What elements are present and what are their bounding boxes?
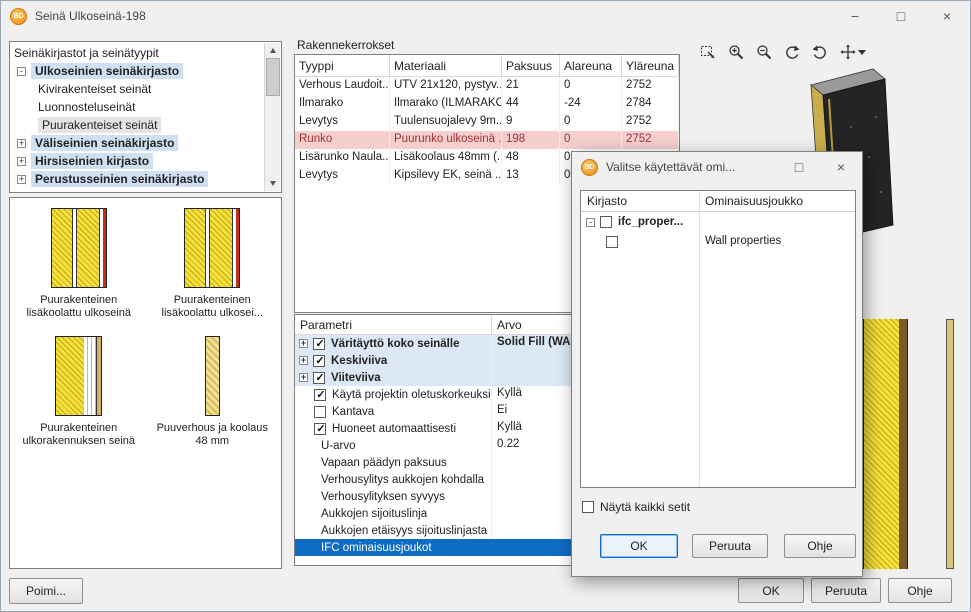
property-set-list: Kirjasto Ominaisuusjoukko - ifc_proper..… bbox=[580, 190, 856, 488]
app-logo-icon: BD bbox=[581, 159, 598, 176]
tree-item-kivirakenteiset-seinat[interactable]: Kivirakenteiset seinät bbox=[10, 80, 264, 98]
wall-section-stud bbox=[899, 319, 907, 569]
expand-icon[interactable]: + bbox=[299, 373, 308, 382]
layers-header: Tyyppi Materiaali Paksuus Alareuna Yläre… bbox=[295, 55, 679, 77]
main-window: BD Seinä Ulkoseinä-198 − □ × Seinäkirjas… bbox=[0, 0, 971, 612]
tree-item-root[interactable]: Seinäkirjastot ja seinätyypit bbox=[10, 44, 264, 62]
param-checkbox[interactable] bbox=[313, 355, 325, 367]
column-header-ominaisuusjoukko[interactable]: Ominaisuusjoukko bbox=[699, 191, 855, 211]
close-button[interactable]: × bbox=[924, 1, 970, 31]
param-checkbox[interactable] bbox=[314, 406, 326, 418]
tree-item-hirsiseinien-kirjasto[interactable]: + Hirsiseinien kirjasto bbox=[10, 152, 264, 170]
minimize-button[interactable]: − bbox=[832, 1, 878, 31]
wall-type-item[interactable]: Puuverhous ja koolaus 48 mm bbox=[146, 336, 280, 448]
wall-thumbnail-image[interactable] bbox=[184, 208, 240, 288]
scroll-up-icon[interactable] bbox=[265, 43, 281, 58]
title-bar[interactable]: BD Seinä Ulkoseinä-198 − □ × bbox=[1, 1, 970, 31]
tree-item-perustusseinien-seinakirjasto[interactable]: + Perustusseinien seinäkirjasto bbox=[10, 170, 264, 188]
expand-icon[interactable]: + bbox=[17, 175, 26, 184]
column-header-parametri[interactable]: Parametri bbox=[295, 315, 492, 335]
property-library-row[interactable]: - ifc_proper... bbox=[581, 212, 855, 232]
dialog-title-bar[interactable]: BD Valitse käytettävät omi... □ × bbox=[572, 152, 862, 182]
dialog-close-button[interactable]: × bbox=[820, 152, 862, 182]
show-all-label: Näytä kaikki setit bbox=[600, 500, 690, 514]
dialog-help-button[interactable]: Ohje bbox=[784, 534, 856, 558]
ok-button[interactable]: OK bbox=[738, 578, 804, 603]
tree-item-ulkoseinien-seinakirjasto[interactable]: - Ulkoseinien seinäkirjasto bbox=[10, 62, 264, 80]
zoom-in-icon bbox=[728, 44, 744, 60]
expand-icon[interactable]: + bbox=[299, 356, 308, 365]
wall-type-item[interactable]: Puurakenteinen ulkorakennuksen seinä bbox=[12, 336, 146, 448]
wall-type-gallery: Puurakenteinen lisäkoolattu ulkoseinä Pu… bbox=[9, 197, 282, 569]
zoom-window-icon bbox=[700, 44, 716, 60]
help-button[interactable]: Ohje bbox=[888, 578, 952, 603]
wall-type-item[interactable]: Puurakenteinen lisäkoolattu ulkosei... bbox=[146, 208, 280, 320]
column-header-tyyppi[interactable]: Tyyppi bbox=[295, 55, 390, 76]
wall-type-caption: Puurakenteinen ulkorakennuksen seinä bbox=[17, 422, 141, 448]
show-all-sets-option[interactable]: Näytä kaikki setit bbox=[582, 500, 690, 514]
layer-row[interactable]: LevytysTuulensuojalevy 9m... 90 2752 bbox=[295, 113, 679, 131]
layer-row[interactable]: IlmarakoIlmarako (ILMARAKO) 44-24 2784 bbox=[295, 95, 679, 113]
expand-icon[interactable]: + bbox=[17, 139, 26, 148]
param-checkbox[interactable] bbox=[313, 338, 325, 350]
collapse-icon[interactable]: - bbox=[586, 218, 595, 227]
column-header-alareuna[interactable]: Alareuna bbox=[560, 55, 622, 76]
dialog-ok-button[interactable]: OK bbox=[600, 534, 678, 558]
column-header-paksuus[interactable]: Paksuus bbox=[502, 55, 560, 76]
scroll-down-icon[interactable] bbox=[265, 176, 281, 191]
column-header-materiaali[interactable]: Materiaali bbox=[390, 55, 502, 76]
collapse-icon[interactable]: - bbox=[17, 67, 26, 76]
expand-icon[interactable]: + bbox=[299, 339, 308, 348]
show-all-checkbox[interactable] bbox=[582, 501, 594, 513]
zoom-in-button[interactable] bbox=[726, 42, 746, 62]
layer-row-selected[interactable]: RunkoPuurunko ulkoseinä ... 1980 2752 bbox=[295, 131, 679, 149]
param-checkbox[interactable] bbox=[314, 389, 326, 401]
layer-row[interactable]: Verhous Laudoit...UTV 21x120, pystyv... … bbox=[295, 77, 679, 95]
wall-thumbnail-image[interactable] bbox=[55, 336, 102, 416]
wall-type-caption: Puurakenteinen lisäkoolattu ulkoseinä bbox=[17, 294, 141, 320]
pick-button[interactable]: Poimi... bbox=[9, 578, 83, 604]
property-set-row[interactable]: Wall properties bbox=[581, 232, 855, 252]
layers-group-title: Rakennekerrokset bbox=[297, 38, 394, 52]
column-header-ylareuna[interactable]: Yläreuna bbox=[622, 55, 679, 76]
wall-thumbnail-image[interactable] bbox=[51, 208, 107, 288]
wall-type-caption: Puurakenteinen lisäkoolattu ulkosei... bbox=[150, 294, 274, 320]
wall-section-board bbox=[946, 319, 954, 569]
dialog-title: Valitse käytettävät omi... bbox=[606, 160, 735, 174]
param-checkbox[interactable] bbox=[313, 372, 325, 384]
dialog-maximize-button[interactable]: □ bbox=[778, 152, 820, 182]
cancel-button[interactable]: Peruuta bbox=[811, 578, 881, 603]
app-logo-icon: BD bbox=[10, 8, 27, 25]
wall-thumbnail-image[interactable] bbox=[205, 336, 220, 416]
zoom-out-icon bbox=[756, 44, 772, 60]
column-header-kirjasto[interactable]: Kirjasto bbox=[581, 191, 699, 211]
wall-type-item[interactable]: Puurakenteinen lisäkoolattu ulkoseinä bbox=[12, 208, 146, 320]
zoom-window-button[interactable] bbox=[698, 42, 718, 62]
properties-dialog: BD Valitse käytettävät omi... □ × Kirjas… bbox=[571, 151, 863, 577]
scroll-thumb[interactable] bbox=[266, 58, 280, 96]
tree-item-puurakenteiset-seinat[interactable]: Puurakenteiset seinät bbox=[10, 116, 264, 134]
dialog-cancel-button[interactable]: Peruuta bbox=[692, 534, 768, 558]
library-checkbox[interactable] bbox=[600, 216, 612, 228]
tree-item-luonnosteluseinat[interactable]: Luonnosteluseinät bbox=[10, 98, 264, 116]
chevron-down-icon[interactable] bbox=[858, 50, 866, 55]
window-title: Seinä Ulkoseinä-198 bbox=[35, 9, 146, 23]
tree-scrollbar[interactable] bbox=[264, 43, 280, 191]
set-checkbox[interactable] bbox=[606, 236, 618, 248]
param-checkbox[interactable] bbox=[314, 423, 326, 435]
tree-item-valiseinien-seinakirjasto[interactable]: + Väliseinien seinäkirjasto bbox=[10, 134, 264, 152]
expand-icon[interactable]: + bbox=[17, 157, 26, 166]
zoom-out-button[interactable] bbox=[754, 42, 774, 62]
wall-type-caption: Puuverhous ja koolaus 48 mm bbox=[150, 422, 274, 448]
maximize-button[interactable]: □ bbox=[878, 1, 924, 31]
property-list-header: Kirjasto Ominaisuusjoukko bbox=[581, 191, 855, 212]
wall-library-tree: Seinäkirjastot ja seinätyypit - Ulkosein… bbox=[9, 41, 282, 193]
